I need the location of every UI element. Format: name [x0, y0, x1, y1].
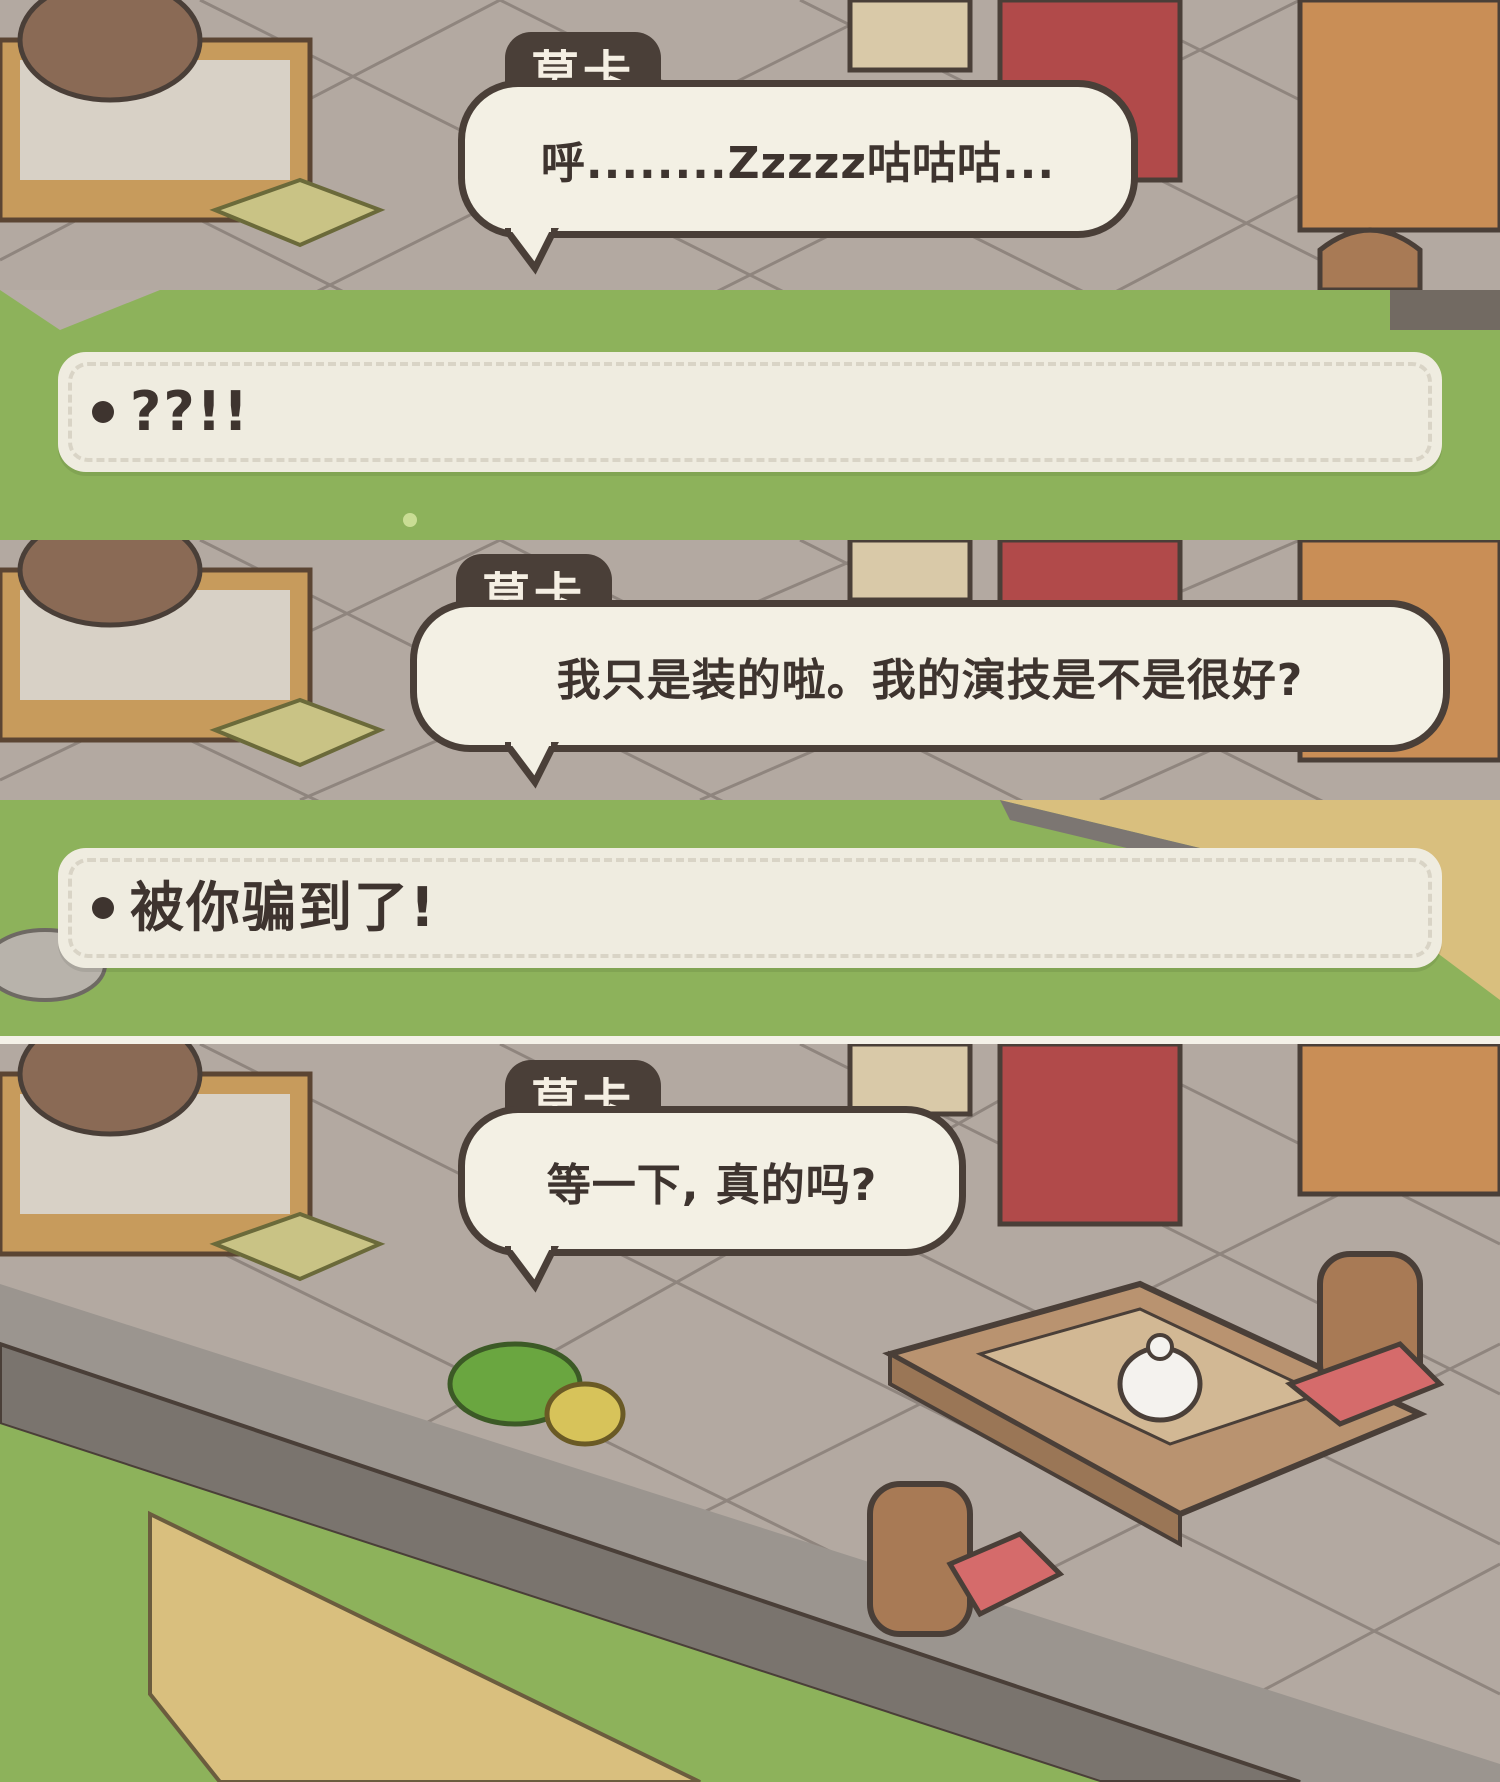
choice-panel-1: ??!! — [0, 290, 1500, 540]
choice-button-1[interactable]: ??!! — [58, 352, 1442, 472]
choice-label: 被你骗到了! — [130, 876, 437, 939]
choice-label: ??!! — [130, 380, 250, 443]
choice-panel-2: 被你骗到了! — [0, 800, 1500, 1040]
bubble-tail — [505, 742, 559, 789]
bullet-icon — [92, 401, 114, 423]
bullet-icon — [92, 897, 114, 919]
speech-bubble: 我只是装的啦。我的演技是不是很好? — [410, 600, 1450, 752]
bubble-tail — [505, 1246, 559, 1293]
bubble-tail — [505, 228, 559, 275]
dialogue-text: 呼........Zzzzz咕咕咕... — [540, 138, 1056, 189]
panel-divider — [0, 1036, 1500, 1044]
dialogue-text: 等一下, 真的吗? — [546, 1160, 878, 1211]
dialogue-text: 我只是装的啦。我的演技是不是很好? — [556, 655, 1304, 706]
scene-panel-2: 莫卡 我只是装的啦。我的演技是不是很好? — [0, 540, 1500, 800]
scene-panel-1: 莫卡 呼........Zzzzz咕咕咕... — [0, 0, 1500, 290]
scene-panel-3: 莫卡 等一下, 真的吗? — [0, 1044, 1500, 1782]
speech-bubble: 等一下, 真的吗? — [458, 1106, 966, 1256]
choice-button-2[interactable]: 被你骗到了! — [58, 848, 1442, 968]
speech-bubble: 呼........Zzzzz咕咕咕... — [458, 80, 1138, 238]
